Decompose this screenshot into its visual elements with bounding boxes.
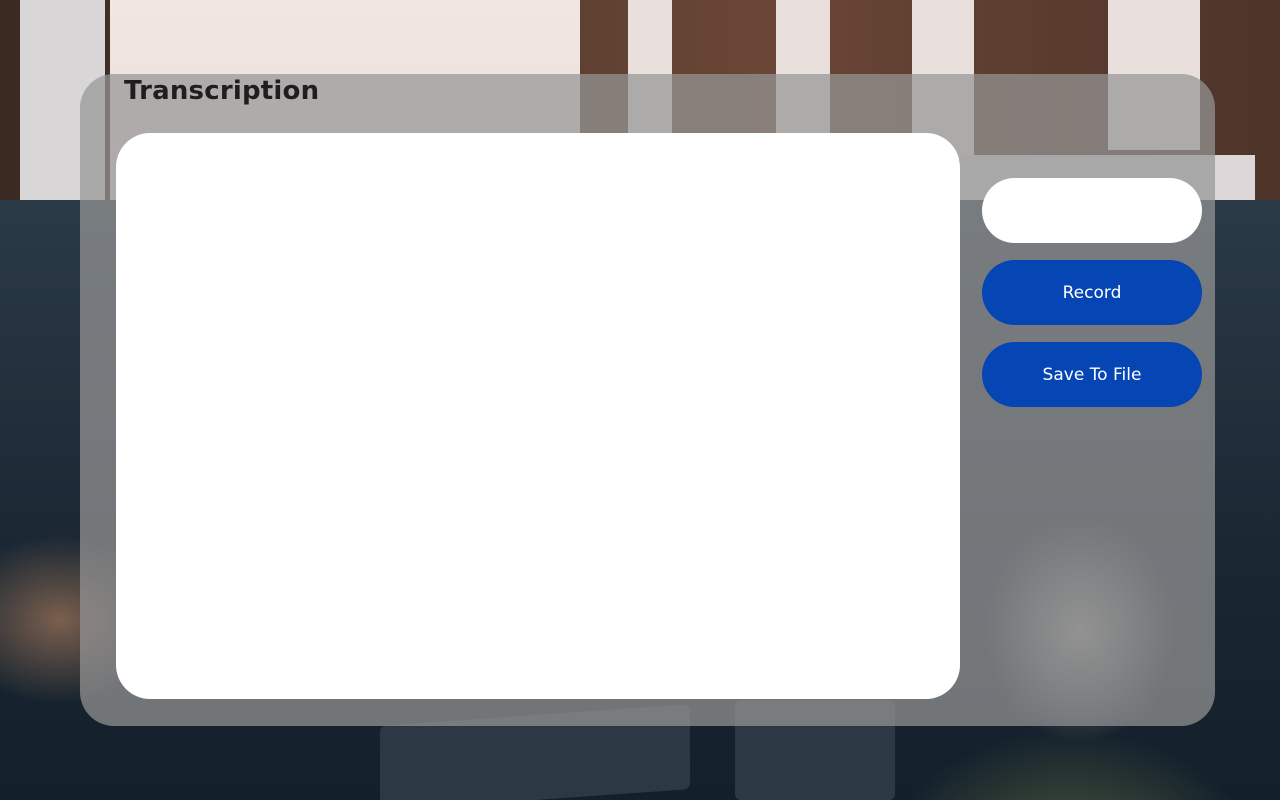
transcript-textarea[interactable] bbox=[116, 133, 960, 699]
save-to-file-button[interactable]: Save To File bbox=[982, 342, 1202, 407]
file-name-input[interactable] bbox=[982, 178, 1202, 243]
record-button[interactable]: Record bbox=[982, 260, 1202, 325]
app-window: Transcription Record Save To File bbox=[0, 0, 1280, 800]
page-title: Transcription bbox=[124, 76, 320, 106]
